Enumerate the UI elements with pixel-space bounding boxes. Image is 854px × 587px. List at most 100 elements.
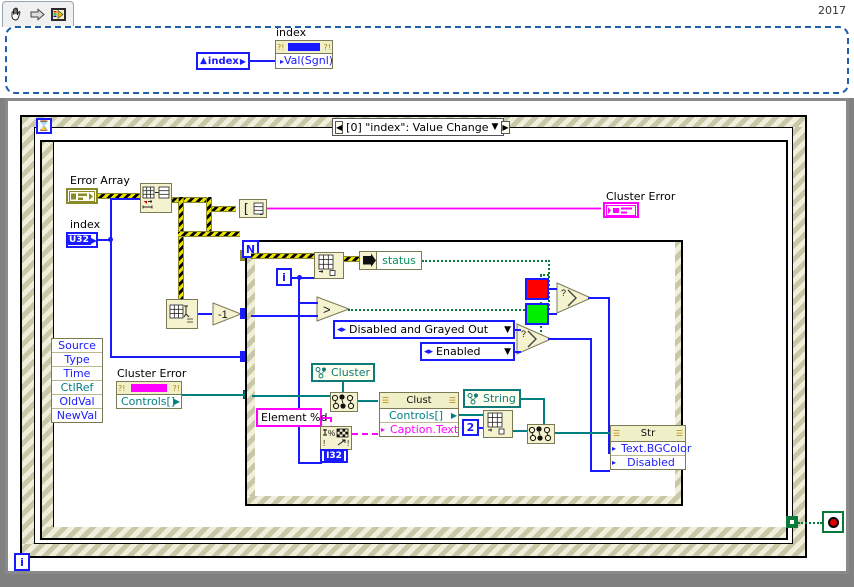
format-into-string-node[interactable]: % ! ! bbox=[320, 426, 352, 450]
while-stop-tunnel[interactable] bbox=[786, 516, 798, 528]
for-loop-bottom-band bbox=[247, 496, 681, 504]
wire-cluster-error bbox=[267, 207, 601, 210]
element-format-string-constant[interactable]: Element %d bbox=[256, 408, 327, 427]
event-data-node[interactable]: Source Type Time CtlRef OldVal NewVal bbox=[51, 338, 103, 423]
cluster-error-indicator[interactable] bbox=[603, 202, 639, 218]
clust-property-node[interactable]: ☰ Clust ☰ Controls[] ▶ ▸ Caption.Text bbox=[379, 392, 459, 437]
cluster-error-property-node[interactable]: ?! ?! Controls[] ▶ bbox=[116, 381, 182, 409]
while-iteration-terminal[interactable]: i bbox=[14, 553, 30, 571]
color-constant-green[interactable] bbox=[525, 303, 549, 325]
color-constant-red[interactable] bbox=[525, 278, 549, 300]
wire-size-to-dec bbox=[198, 313, 212, 315]
error-array-label: Error Array bbox=[70, 174, 130, 187]
array-size-node[interactable] bbox=[166, 299, 198, 329]
str-text-bgcolor-property[interactable]: ▸ Text.BGColor bbox=[611, 442, 691, 456]
index-propnode-label: index bbox=[276, 26, 307, 39]
str-disabled-property[interactable]: ▸ Disabled bbox=[611, 456, 685, 469]
hand-tool-icon[interactable] bbox=[8, 6, 25, 23]
event-data-ctlref[interactable]: CtlRef bbox=[52, 381, 102, 395]
svg-text:!: ! bbox=[347, 439, 349, 448]
event-next-arrow[interactable]: ▶ bbox=[501, 120, 510, 134]
enum-chevron-down-icon-2: ▼ bbox=[504, 346, 511, 357]
enum-disabled-grayed-constant[interactable]: ◂▸ Disabled and Grayed Out ▼ bbox=[333, 320, 515, 339]
stop-button-terminal[interactable] bbox=[822, 511, 844, 533]
wire-two-to-indexarray bbox=[479, 427, 483, 429]
front-panel-region bbox=[5, 26, 849, 94]
event-data-time[interactable]: Time bbox=[52, 367, 102, 381]
chevron-down-icon[interactable]: ▼ bbox=[491, 122, 498, 132]
svg-text:>: > bbox=[323, 302, 331, 317]
index-array-node-controls[interactable] bbox=[483, 410, 513, 438]
window-left-border bbox=[0, 98, 5, 574]
propnode-ref-header: ?! ?! bbox=[276, 41, 332, 54]
to-more-specific-class-node-2[interactable] bbox=[527, 424, 555, 444]
block-diagram-window: 2017 ▲ index ▶ index ?! ?! ▸Val(Sgnl) ⌛ … bbox=[0, 0, 854, 587]
wire-n-to-gt bbox=[251, 315, 318, 317]
for-iteration-terminal[interactable]: i bbox=[276, 268, 292, 286]
event-data-oldval[interactable]: OldVal bbox=[52, 395, 102, 409]
wire-index-to-lower-tunnel bbox=[110, 356, 242, 358]
error-array-terminal[interactable] bbox=[66, 188, 98, 204]
vi-icon[interactable] bbox=[50, 6, 67, 23]
index-constant-two[interactable]: 2 bbox=[462, 419, 479, 436]
index-array-node-loop[interactable] bbox=[314, 252, 344, 279]
wire-green-to-select bbox=[549, 313, 557, 315]
event-prev-arrow[interactable]: ◀ bbox=[335, 120, 344, 134]
greater-than-node[interactable]: > bbox=[316, 296, 352, 322]
wire-controls-array-to-index bbox=[459, 414, 483, 416]
wire-index-to-lower bbox=[110, 241, 112, 357]
wire-ref-to-tomorespecific bbox=[252, 395, 330, 397]
wire-i-to-gt bbox=[298, 302, 318, 304]
while-loop-bottom-band bbox=[42, 527, 786, 538]
string-class-constant[interactable]: String bbox=[463, 389, 521, 408]
enum-left-right-icon-2: ◂▸ bbox=[424, 346, 434, 357]
str-propnode-header: ☰ Str ☰ bbox=[611, 426, 685, 442]
array-reshape-node[interactable] bbox=[140, 183, 172, 213]
cluster-error-controls-item[interactable]: Controls[] ▶ bbox=[117, 395, 181, 408]
clust-controls-property[interactable]: Controls[] ▶ bbox=[380, 409, 458, 423]
index-u32-terminal[interactable]: U32 ▶ bbox=[66, 232, 98, 248]
wire-select-out-disabled bbox=[548, 338, 592, 340]
status-label-box: status bbox=[376, 251, 422, 270]
wire-i-to-i32 bbox=[298, 462, 322, 464]
wire-red-to-select bbox=[549, 288, 557, 290]
wire-stringclass-right bbox=[521, 398, 545, 400]
enum-enabled-constant[interactable]: ◂▸ Enabled ▼ bbox=[420, 342, 515, 361]
cluster-class-constant[interactable]: Cluster bbox=[311, 363, 375, 382]
class-icon bbox=[315, 366, 326, 378]
wire-tomorespecific-out bbox=[358, 400, 378, 402]
wire-enum2-to-select bbox=[515, 351, 521, 353]
propnode-item-val-sgnl[interactable]: ▸Val(Sgnl) bbox=[276, 54, 333, 68]
event-data-source[interactable]: Source bbox=[52, 339, 102, 353]
wire-gt-out bbox=[348, 309, 544, 311]
arrow-right-icon[interactable] bbox=[29, 6, 46, 23]
home-icon: ▲ bbox=[199, 56, 207, 66]
index-array-node-top[interactable]: [ ] bbox=[239, 199, 267, 218]
cluster-icon bbox=[606, 204, 636, 216]
wire-to-disabled-prop bbox=[590, 470, 610, 472]
wire-status-branch bbox=[540, 274, 549, 276]
stop-icon bbox=[827, 516, 839, 528]
format-i32-terminal[interactable]: I32 bbox=[320, 449, 348, 463]
event-data-newval[interactable]: NewVal bbox=[52, 409, 102, 422]
clust-caption-text-property[interactable]: ▸ Caption.Text bbox=[380, 423, 458, 436]
wire-color-select-out bbox=[588, 297, 610, 299]
toolbar[interactable] bbox=[2, 1, 74, 27]
str-property-node[interactable]: ☰ Str ☰ ▸ Text.BGColor ▸ Disabled bbox=[610, 425, 691, 470]
wire-index-to-tomorespecific2 bbox=[513, 430, 527, 432]
window-right-border bbox=[849, 98, 854, 574]
to-more-specific-class-node[interactable] bbox=[330, 392, 358, 412]
event-timeout-terminal[interactable]: ⌛ bbox=[36, 118, 52, 134]
index-property-node[interactable]: ?! ?! ▸Val(Sgnl) bbox=[275, 40, 333, 69]
index-control-terminal[interactable]: ▲ index ▶ bbox=[196, 52, 250, 70]
wire-tomorespecific2-out bbox=[555, 432, 611, 434]
event-case-selector[interactable]: ◀ [0] "index": Value Change ▼ ▶ bbox=[332, 118, 510, 136]
index-control-label: index bbox=[207, 55, 239, 67]
cluster-error-ref-label: Cluster Error bbox=[117, 367, 187, 380]
chevron-right-icon: ▶ bbox=[239, 56, 246, 66]
wire-stop-to-button bbox=[798, 522, 822, 524]
event-structure-bottom-band bbox=[22, 544, 805, 556]
event-data-type[interactable]: Type bbox=[52, 353, 102, 367]
wire-enum1-to-select bbox=[515, 329, 521, 331]
wire-error-mid bbox=[178, 231, 240, 237]
